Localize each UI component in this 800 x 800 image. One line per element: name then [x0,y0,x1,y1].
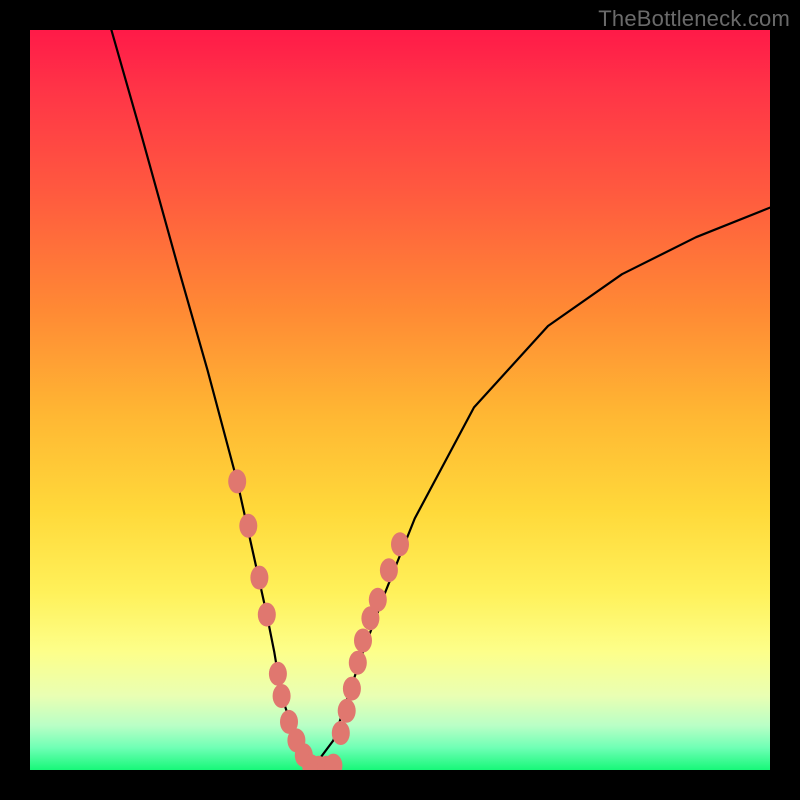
chart-svg [30,30,770,770]
data-marker [332,721,350,745]
curve-right [311,208,770,770]
curve-left [111,30,311,770]
data-marker [369,588,387,612]
data-marker [269,662,287,686]
markers-group [228,469,409,770]
data-marker [239,514,257,538]
data-marker [273,684,291,708]
chart-frame: TheBottleneck.com [0,0,800,800]
data-marker [354,629,372,653]
data-marker [338,699,356,723]
data-marker [228,469,246,493]
plot-area [30,30,770,770]
data-marker [250,566,268,590]
data-marker [349,651,367,675]
data-marker [391,532,409,556]
data-marker [343,677,361,701]
data-marker [380,558,398,582]
watermark-text: TheBottleneck.com [598,6,790,32]
data-marker [258,603,276,627]
